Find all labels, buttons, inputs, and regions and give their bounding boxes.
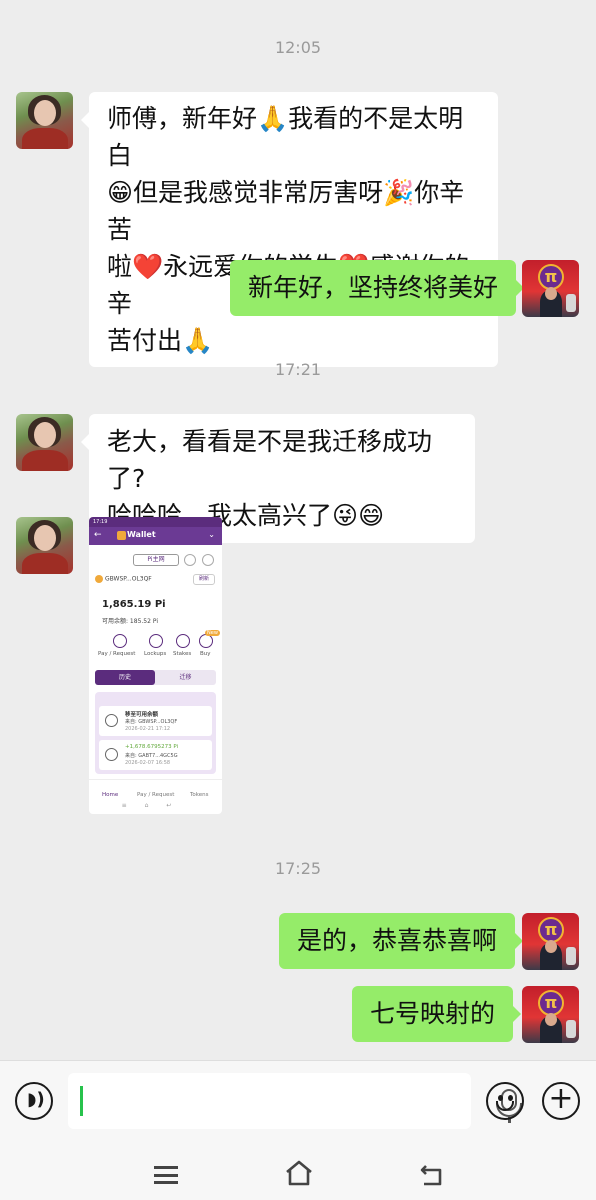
back-arrow-icon: ← [94,530,102,540]
transaction-title: +1,678.6795273 Pi [125,744,179,750]
action-label: Pay / Request [98,651,136,657]
stakes-icon [176,634,190,648]
bell-icon [184,554,196,566]
wallet-logo-icon [117,531,126,540]
message-text-line: 苦付出🙏 [107,326,214,355]
message-input-bar: ◗) + [0,1060,596,1140]
settings-icon [202,554,214,566]
timestamp: 17:21 [274,360,322,379]
menu-icon[interactable] [154,1166,178,1184]
my-avatar[interactable]: π [522,913,579,970]
transaction-title: 移至可用余额 [125,712,159,718]
check-icon [105,714,118,727]
message-input[interactable] [68,1073,522,1129]
my-avatar[interactable]: π [522,260,579,317]
text-cursor [80,1086,83,1116]
message-text-line: 师傅，新年好🙏我看的不是太明白 [107,104,464,170]
message-text: 是的，恭喜恭喜啊 [297,926,498,955]
tab-history: 历史 [95,670,155,685]
pi-coin-icon [105,748,118,761]
message-text: 七号映射的 [370,999,496,1028]
message-text: 新年好，坚持终将美好 [248,273,499,302]
available-balance: 可用余额: 185.52 Pi [102,618,158,625]
buy-icon [199,634,213,648]
transaction-from: 来自: GBWSP...OL3QF [125,719,178,725]
balance: 1,865.19 Pi [102,599,166,610]
new-badge: New [205,630,220,636]
system-nav-bar: ≡⌂↩ [121,802,190,809]
message-bubble-sent[interactable]: 七号映射的 [352,986,522,1042]
home-icon[interactable] [285,1160,313,1186]
message-text-line: 老大，看看是不是我迁移成功了? [107,427,433,493]
transaction-date: 2026-02-07 16:58 [125,760,171,766]
transaction-date: 2026-02-21 17:12 [125,726,171,732]
emoji-icon[interactable] [486,1082,524,1120]
nav-home: Home [102,792,119,798]
my-avatar[interactable]: π [522,986,579,1043]
voice-icon[interactable]: ◗) [15,1082,53,1120]
wallet-title: Wallet [127,530,156,539]
tab-migrate: 迁移 [179,674,192,681]
action-label: Stakes [173,651,192,657]
contact-avatar[interactable] [16,92,73,149]
refresh-button: 刷新 [193,574,215,585]
lockups-icon [149,634,163,648]
wallet-address: GBWSP...OL3QF [95,575,152,583]
wallet-screenshot-image[interactable]: 17:19 ← Wallet ⌄ Pi主网 GBWSP...OL3QF 刷新 1… [89,517,222,814]
wallet-header: ← Wallet ⌄ [89,527,222,545]
transaction-list: 移至可用余额 来自: GBWSP...OL3QF 2026-02-21 17:1… [95,692,216,774]
plus-icon[interactable]: + [542,1082,580,1120]
timestamp: 12:05 [274,38,322,57]
network-selector: Pi主网 [133,554,179,566]
chevron-down-icon: ⌄ [208,530,215,539]
wallet-bottom-nav: Home Pay / Request Tokens [89,779,222,801]
message-bubble-received[interactable]: 师傅，新年好🙏我看的不是太明白 😁但是我感觉非常厉害呀🎉你辛苦 啦❤️永远爱你的… [81,92,498,367]
status-time: 17:19 [89,517,222,527]
timestamp: 17:25 [274,859,322,878]
back-icon[interactable] [418,1162,444,1186]
action-label: Buy [200,651,211,657]
transaction-item: +1,678.6795273 Pi 来自: GABT7...4GC5G 2026… [99,740,212,770]
transaction-from: 来自: GABT7...4GC5G [125,753,178,759]
message-text-line: 😁但是我感觉非常厉害呀🎉你辛苦 [107,178,465,244]
transaction-item: 移至可用余额 来自: GBWSP...OL3QF 2026-02-21 17:1… [99,706,212,736]
nav-pay-request: Pay / Request [137,792,175,798]
contact-avatar[interactable] [16,414,73,471]
message-bubble-sent[interactable]: 是的，恭喜恭喜啊 [279,913,524,969]
system-navigation-bar [0,1140,596,1200]
chat-area[interactable]: 12:05 师傅，新年好🙏我看的不是太明白 😁但是我感觉非常厉害呀🎉你辛苦 啦❤… [0,0,596,1060]
action-label: Lockups [144,651,167,657]
message-bubble-sent[interactable]: 新年好，坚持终将美好 [230,260,525,316]
pay-request-icon [113,634,127,648]
nav-tokens: Tokens [190,792,209,798]
contact-avatar[interactable] [16,517,73,574]
wallet-tabs: 历史 迁移 [95,670,216,685]
